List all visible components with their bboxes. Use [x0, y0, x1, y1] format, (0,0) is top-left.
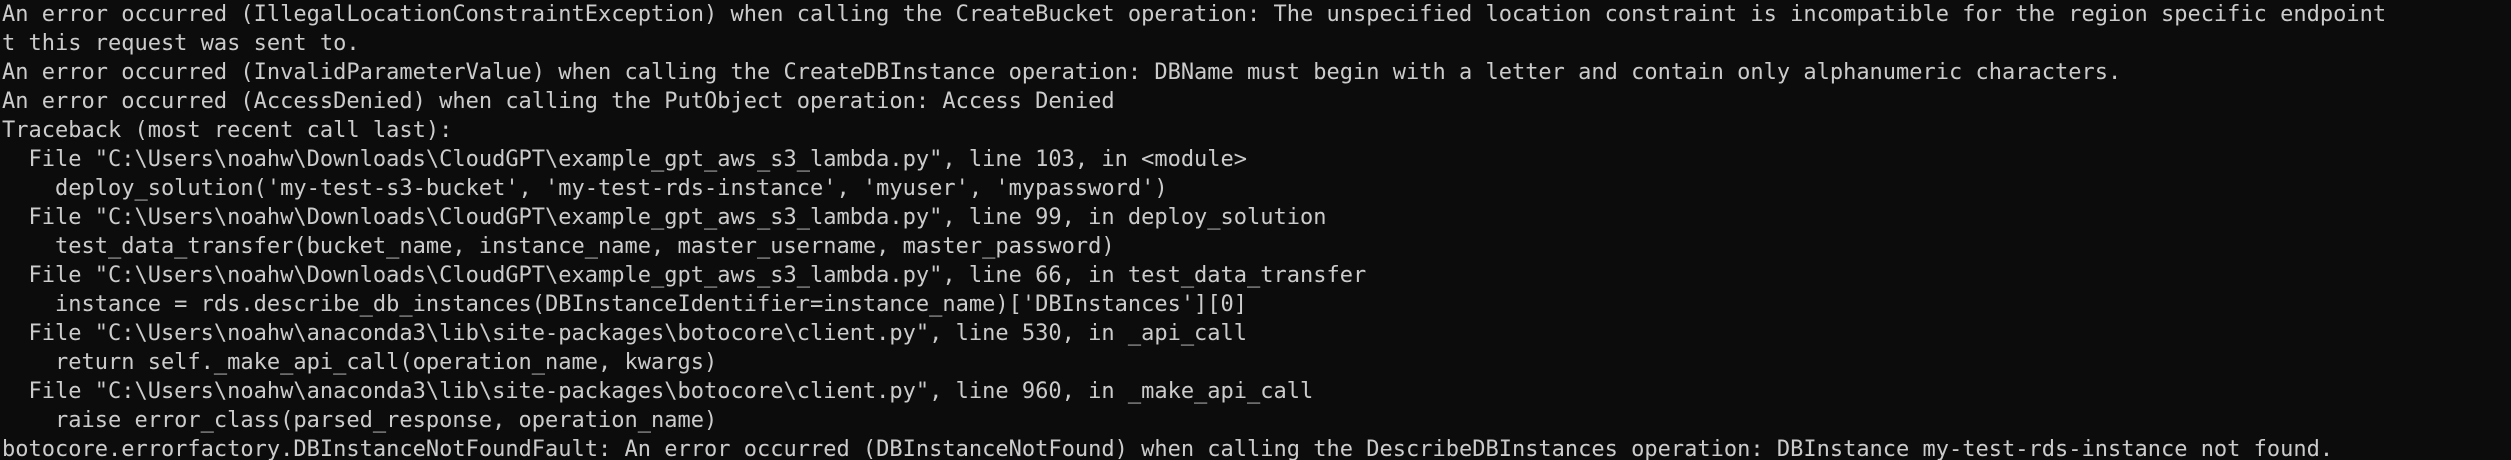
traceback-frame-code: test_data_transfer(bucket_name, instance… — [2, 234, 1115, 259]
traceback-header: Traceback (most recent call last): — [2, 118, 453, 143]
error-line-create-bucket: An error occurred (IllegalLocationConstr… — [2, 2, 2387, 27]
traceback-frame-file: File "C:\Users\noahw\anaconda3\lib\site-… — [2, 379, 1314, 404]
traceback-frame-code: raise error_class(parsed_response, opera… — [2, 408, 718, 433]
traceback-frame-file: File "C:\Users\noahw\Downloads\CloudGPT\… — [2, 147, 1248, 172]
traceback-frame-code: instance = rds.describe_db_instances(DBI… — [2, 292, 1248, 317]
traceback-frame-code: return self._make_api_call(operation_nam… — [2, 350, 718, 375]
traceback-frame-file: File "C:\Users\noahw\Downloads\CloudGPT\… — [2, 205, 1327, 230]
error-line-put-object: An error occurred (AccessDenied) when ca… — [2, 89, 1115, 114]
error-line-create-db-instance: An error occurred (InvalidParameterValue… — [2, 60, 2122, 85]
traceback-frame-file: File "C:\Users\noahw\anaconda3\lib\site-… — [2, 321, 1248, 346]
error-line-create-bucket-wrap: t this request was sent to. — [2, 31, 360, 56]
traceback-frame-file: File "C:\Users\noahw\Downloads\CloudGPT\… — [2, 263, 1367, 288]
terminal-output[interactable]: An error occurred (IllegalLocationConstr… — [0, 0, 2511, 460]
exception-message: botocore.errorfactory.DBInstanceNotFound… — [2, 437, 2334, 460]
traceback-frame-code: deploy_solution('my-test-s3-bucket', 'my… — [2, 176, 1168, 201]
